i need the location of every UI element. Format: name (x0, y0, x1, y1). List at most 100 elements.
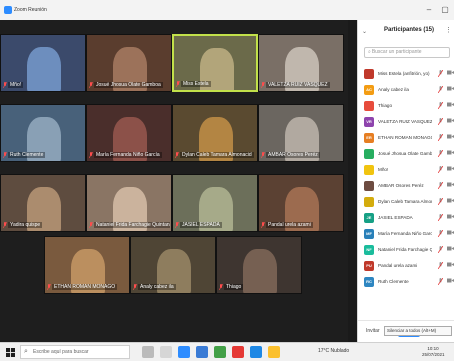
taskbar-search-input[interactable]: ⌕ Escribe aquí para buscar (20, 345, 130, 359)
mic-muted-icon[interactable] (437, 149, 444, 159)
app-icon-3[interactable] (268, 346, 280, 358)
video-tile[interactable]: Nataniel Frida Farchagie Quintana (86, 174, 172, 232)
avatar: MF (364, 229, 374, 239)
camera-icon[interactable] (447, 198, 454, 205)
windows-taskbar: ⌕ Escribe aquí para buscar 17°C Nublado … (0, 342, 454, 361)
participant-row[interactable]: NF Nataniel Frida Farchagie Quint... (358, 242, 454, 258)
mic-muted-icon[interactable] (437, 117, 444, 127)
tile-participant-name: Mño! (8, 82, 24, 88)
taskbar-clock[interactable]: 10:10 25/07/2021 (422, 346, 445, 358)
participant-name: María Fernanda Niño García (378, 231, 432, 236)
tile-participant-name: AMBAR Osores Peréz (266, 152, 320, 158)
participant-name: Ruth Clemente (378, 279, 409, 284)
muted-mic-icon (132, 283, 138, 291)
camera-icon[interactable] (447, 262, 454, 269)
camera-icon[interactable] (447, 246, 454, 253)
mic-muted-icon[interactable] (437, 133, 444, 143)
mic-muted-icon[interactable] (437, 277, 444, 287)
camera-icon[interactable] (447, 166, 454, 173)
windows-start-icon[interactable] (6, 348, 15, 357)
camera-icon[interactable] (447, 214, 454, 221)
participant-row[interactable]: JE JASIEL ESPADA (358, 210, 454, 226)
camera-icon[interactable] (447, 182, 454, 189)
participant-row[interactable]: Mño! (358, 162, 454, 178)
video-tile[interactable]: AMBAR Osores Peréz (258, 104, 344, 162)
mic-muted-icon[interactable] (437, 229, 444, 239)
zoom-app-icon (4, 6, 12, 14)
video-tile[interactable]: Thiago (216, 236, 302, 294)
video-tile[interactable]: Pandal urela azami (258, 174, 344, 232)
video-tile[interactable]: Mño! (0, 34, 86, 92)
zoom-taskbar-icon[interactable] (178, 346, 190, 358)
file-explorer-icon[interactable] (160, 346, 172, 358)
tile-participant-name: María Fernanda Niño García (94, 152, 162, 158)
camera-icon[interactable] (447, 102, 454, 109)
camera-icon[interactable] (447, 278, 454, 285)
edge-icon[interactable] (196, 346, 208, 358)
participant-video (242, 248, 278, 293)
video-tile[interactable]: Ruth Clemente (0, 104, 86, 162)
tile-participant-name: Yadira quispe (8, 222, 43, 228)
more-options-icon[interactable]: ⋮ (445, 26, 452, 34)
participant-row[interactable]: ER ETHAN ROMAN MONAGO (358, 130, 454, 146)
muted-mic-icon (174, 221, 180, 229)
participant-row[interactable]: Thiago (358, 98, 454, 114)
video-tile[interactable]: Dylan Caleb Tamara Almonacid (172, 104, 258, 162)
participant-row[interactable]: VR VALETZA RUIZ VASQUEZ (358, 114, 454, 130)
participant-row[interactable]: Josué Jhosua Olate Gamboa (358, 146, 454, 162)
collapse-icon[interactable]: ⌄ (362, 28, 367, 35)
camera-icon[interactable] (447, 70, 454, 77)
video-tile[interactable]: JASIEL ESPADA (172, 174, 258, 232)
mic-muted-icon[interactable] (437, 101, 444, 111)
muted-mic-icon (88, 221, 94, 229)
mic-muted-icon[interactable] (437, 181, 444, 191)
video-tile[interactable]: ETHAN ROMAN MONAGO (44, 236, 130, 294)
participant-row[interactable]: RC Ruth Clemente (358, 274, 454, 290)
participant-row[interactable]: AMBAR Osores Peréz (358, 178, 454, 194)
video-tile[interactable]: Yadira quispe (0, 174, 86, 232)
camera-icon[interactable] (447, 150, 454, 157)
tile-participant-name: Josué Jhosua Olate Gamboa (94, 82, 163, 88)
app-icon[interactable] (232, 346, 244, 358)
minimize-icon[interactable]: – (422, 4, 436, 16)
participant-search-input[interactable]: ⌕Buscar un participante (364, 47, 450, 58)
camera-icon[interactable] (447, 86, 454, 93)
task-view-icon[interactable] (142, 346, 154, 358)
mic-muted-icon[interactable] (437, 69, 444, 79)
participant-row[interactable]: AC Analy cabez ila (358, 82, 454, 98)
mic-muted-icon[interactable] (437, 197, 444, 207)
video-tile[interactable]: María Fernanda Niño García (86, 104, 172, 162)
weather-tray[interactable]: 17°C Nublado (318, 348, 349, 354)
mic-muted-icon[interactable] (437, 261, 444, 271)
mic-muted-icon[interactable] (437, 245, 444, 255)
tile-participant-name: Thiago (224, 284, 244, 290)
participant-row[interactable]: PU Pandal urela azami (358, 258, 454, 274)
chrome-icon[interactable] (214, 346, 226, 358)
mic-muted-icon[interactable] (437, 85, 444, 95)
avatar (364, 101, 374, 111)
clock-date: 25/07/2021 (422, 352, 445, 357)
participant-row[interactable]: MF María Fernanda Niño García (358, 226, 454, 242)
mic-muted-icon[interactable] (437, 213, 444, 223)
camera-icon[interactable] (447, 134, 454, 141)
invite-button[interactable]: Invitar (366, 328, 380, 334)
mic-muted-icon[interactable] (437, 165, 444, 175)
avatar: NF (364, 245, 374, 255)
avatar: ER (364, 133, 374, 143)
muted-mic-icon (260, 81, 266, 89)
avatar: RC (364, 277, 374, 287)
video-tile[interactable]: Miss Estela (172, 34, 258, 92)
tile-participant-name: Analy cabez ila (138, 284, 176, 290)
participant-name: Nataniel Frida Farchagie Quint... (378, 247, 432, 252)
participant-row[interactable]: Dylan Caleb Tamara Almonacid (358, 194, 454, 210)
video-tile[interactable]: Analy cabez ila (130, 236, 216, 294)
participant-row[interactable]: Miss Estela (anfitrión, yo) (358, 66, 454, 82)
camera-icon[interactable] (447, 230, 454, 237)
camera-icon[interactable] (447, 118, 454, 125)
participant-video (26, 46, 62, 91)
app-icon-2[interactable] (250, 346, 262, 358)
maximize-icon[interactable]: ▢ (438, 4, 452, 16)
avatar: PU (364, 261, 374, 271)
video-tile[interactable]: Josué Jhosua Olate Gamboa (86, 34, 172, 92)
video-tile[interactable]: VALETZA RUIZ VASQUEZ (258, 34, 344, 92)
